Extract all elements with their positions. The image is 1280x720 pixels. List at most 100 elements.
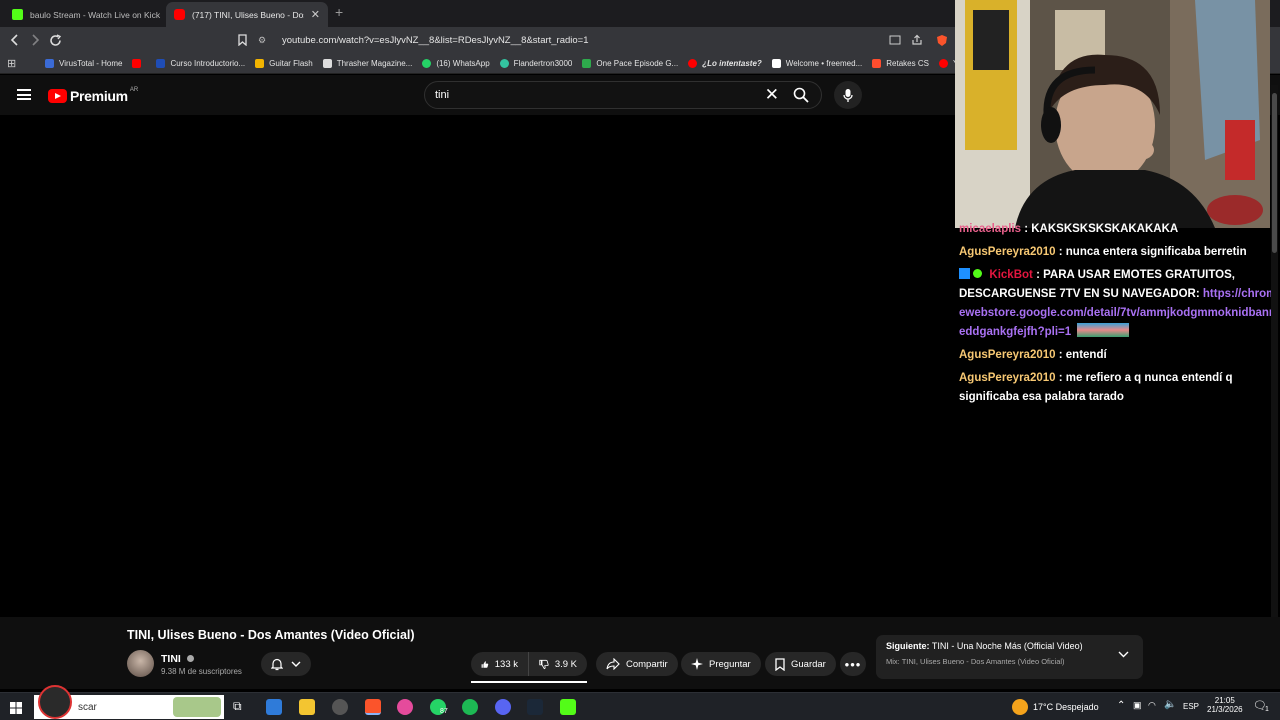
file-explorer-icon[interactable] [299,699,315,715]
search-input[interactable]: tini [435,89,449,101]
spotify-icon[interactable] [462,699,478,715]
weather-text[interactable]: 17°C Despejado [1033,702,1099,712]
clock[interactable]: 21:05 21/3/2026 [1207,696,1243,714]
chat-username[interactable]: AgusPereyra2010 [959,246,1056,258]
up-next-prefix: Siguiente: [886,641,930,651]
more-actions-button[interactable]: ••• [840,652,866,676]
bookmark-thrasher[interactable]: Thrasher Magazine... [322,58,412,68]
clear-search-icon[interactable]: ✕ [765,86,779,104]
chat-username[interactable]: AgusPereyra2010 [959,349,1056,361]
like-button[interactable]: 133 k [471,652,529,676]
brave-shield-icon[interactable] [933,31,951,49]
verified-badge-icon [973,269,983,278]
weather-sun-icon [1012,699,1028,715]
notifications-button[interactable] [261,652,311,676]
url-text: youtube.com/watch?v=esJlyvNZ__8&list=RDe… [282,34,589,46]
site-info-icon[interactable]: ⚙ [258,35,270,46]
forward-icon[interactable] [26,31,44,49]
kick-icon[interactable] [560,699,576,715]
bookmark-virustotal[interactable]: VirusTotal - Home [45,58,122,68]
discord-icon[interactable] [495,699,511,715]
tray-volume-icon[interactable]: 🔈 [1164,699,1176,710]
tray-wifi-icon[interactable]: ◠ [1148,700,1156,711]
store-icon[interactable] [266,699,282,715]
bot-badge-icon [959,268,970,279]
chat-message: AgusPereyra2010 : me refiero a q nunca e… [959,372,1233,403]
chat-message: AgusPereyra2010 : nunca entera significa… [959,246,1247,258]
webcam-image [955,0,1270,228]
app-icon[interactable] [332,699,348,715]
channel-name[interactable]: TINI [161,653,194,665]
bookmark-curso[interactable]: Curso Introductorio... [156,58,245,68]
country-code: AR [129,87,139,93]
scrollbar-thumb[interactable] [1272,93,1277,253]
bookmark-flandertron[interactable]: Flandertron3000 [499,58,572,68]
up-next-panel[interactable]: Siguiente: TINI - Una Noche Más (Officia… [876,635,1143,679]
brave-browser-icon[interactable] [365,699,381,715]
bookmark-one-pace[interactable]: One Pace Episode G... [582,58,678,68]
bookmark-whatsapp[interactable]: (16) WhatsApp [422,58,490,68]
menu-icon[interactable] [17,89,31,100]
task-view-icon[interactable]: ⧉ [233,699,249,715]
expand-chevron-icon[interactable] [1118,649,1129,661]
apps-grid-icon[interactable]: ⊞ [7,57,21,70]
stream-chat: micaelaplis : KAKSKSKSKSKAKAKAKA AgusPer… [955,222,1280,422]
retakes-icon [872,58,882,68]
language-indicator[interactable]: ESP [1183,702,1199,711]
guitar-icon [255,58,265,68]
tab-title: (717) TINI, Ulises Bueno - Dos Amantes (… [192,9,304,20]
bookmark-icon [775,657,785,671]
chat-username[interactable]: KickBot [989,269,1032,281]
chat-username[interactable]: micaelaplis [959,223,1021,235]
windows-start-icon[interactable] [10,701,22,714]
subscriber-count: 9.38 M de suscriptores [161,667,242,676]
notification-count: 1 [1265,706,1269,713]
thrasher-icon [322,58,332,68]
page-scrollbar[interactable] [1271,85,1278,685]
bookmark-guitar-flash[interactable]: Guitar Flash [255,58,313,68]
chat-message: micaelaplis : KAKSKSKSKSKAKAKAKA [959,223,1179,235]
taskbar-search-text: scar [78,701,97,713]
search-highlight-image [173,697,221,717]
flandertron-icon [499,58,509,68]
tab-kick-stream[interactable]: baulo Stream - Watch Live on Kick [4,2,162,27]
voice-search-button[interactable] [834,81,862,109]
back-icon[interactable] [6,31,24,49]
cast-icon[interactable] [886,31,904,49]
close-tab-icon[interactable]: ✕ [305,8,320,21]
bookmark-retakes[interactable]: Retakes CS [872,58,929,68]
tab-youtube-video[interactable]: (717) TINI, Ulises Bueno - Dos Amantes (… [166,2,328,27]
tray-chevron-icon[interactable]: ⌃ [1117,700,1125,711]
whatsapp-icon [422,58,432,68]
verified-icon [186,655,194,662]
thumbs-down-icon [539,659,549,669]
chat-text: entendí [1065,349,1107,361]
search-button[interactable] [781,82,821,108]
new-tab-button[interactable]: + [335,4,343,20]
save-button[interactable]: Guardar [765,652,836,676]
chat-username[interactable]: AgusPereyra2010 [959,372,1056,384]
ask-button[interactable]: Preguntar [681,652,761,676]
share-page-icon[interactable] [908,31,926,49]
share-button[interactable]: Compartir [596,652,678,676]
bookmark-lo-intentaste[interactable]: ¿Lo intentaste? [688,58,762,68]
bookmark-youtube[interactable] [132,58,146,68]
dislike-count: 3.9 K [554,658,577,670]
steam-icon[interactable] [527,699,543,715]
reload-icon[interactable] [46,31,64,49]
dislike-button[interactable]: 3.9 K [529,652,587,676]
search-box[interactable]: tini ✕ [424,81,822,109]
microphone-icon [843,88,853,102]
bookmark-freemed[interactable]: Welcome • freemed... [771,58,862,68]
udemy-icon [156,58,166,68]
address-bar[interactable]: ⚙ youtube.com/watch?v=esJlyvNZ__8&list=R… [258,29,958,51]
tray-network-icon[interactable]: ▣ [1133,700,1142,711]
streamer-webcam [955,0,1270,228]
sparkle-icon [691,658,703,670]
bookmark-page-icon[interactable] [233,31,251,49]
youtube-premium-logo[interactable]: Premium AR [48,87,139,104]
osu-icon[interactable] [397,699,413,715]
kick-favicon-icon [12,9,23,20]
chat-message: KickBot : PARA USAR EMOTES GRATUITOS, DE… [959,268,1277,338]
channel-avatar[interactable] [127,650,154,677]
